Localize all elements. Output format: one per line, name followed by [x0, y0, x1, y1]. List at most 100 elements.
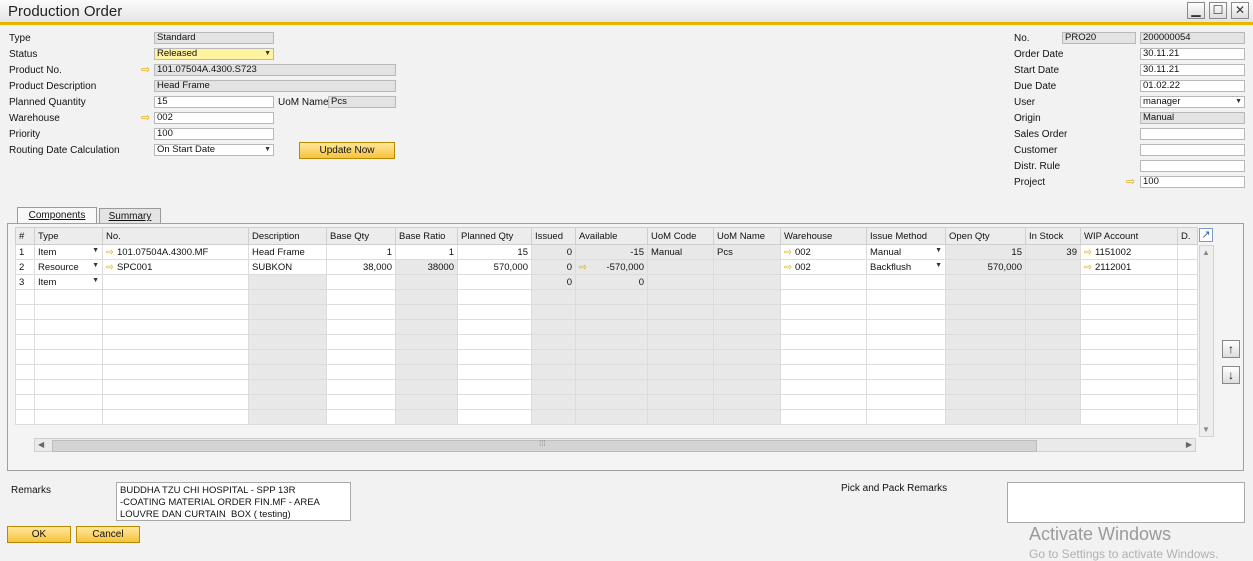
link-arrow-icon[interactable]: ⇨ [784, 247, 792, 258]
project-field[interactable]: 100 [1140, 176, 1245, 188]
close-button[interactable]: ✕ [1231, 2, 1249, 19]
column-header[interactable]: Base Ratio [395, 227, 458, 245]
no-cell[interactable]: ⇨ 101.07504A.4300.MF [102, 244, 249, 260]
chevron-down-icon[interactable]: ▼ [935, 247, 942, 254]
issue-method-cell[interactable] [866, 274, 946, 290]
column-header[interactable]: Warehouse [780, 227, 867, 245]
link-arrow-icon[interactable]: ⇨ [141, 65, 150, 76]
warehouse-field[interactable]: 002 [154, 112, 274, 124]
row-number[interactable]: 3 [15, 274, 35, 290]
column-header[interactable]: Issue Method [866, 227, 946, 245]
planned-qty-cell[interactable] [457, 274, 532, 290]
column-header[interactable]: D. [1177, 227, 1198, 245]
table-row[interactable] [15, 289, 1198, 305]
column-header[interactable]: Available [575, 227, 648, 245]
scrollbar-thumb[interactable]: ⁞⁞⁞ [52, 439, 1037, 452]
d-cell[interactable] [1177, 274, 1198, 290]
wip-account-cell[interactable]: ⇨ 2112001 [1080, 259, 1178, 275]
priority-field[interactable]: 100 [154, 128, 274, 140]
column-header[interactable]: Issued [531, 227, 576, 245]
tab-components[interactable]: Components [17, 207, 97, 224]
warehouse-cell[interactable]: ⇨ 002 [780, 244, 867, 260]
link-arrow-icon[interactable]: ⇨ [106, 247, 114, 258]
wip-account-cell[interactable] [1080, 274, 1178, 290]
no-cell[interactable]: ⇨ SPC001 [102, 259, 249, 275]
update-now-button[interactable]: Update Now [299, 142, 395, 159]
planned-qty-cell[interactable]: 15 [457, 244, 532, 260]
base-qty-cell[interactable]: 1 [326, 244, 396, 260]
d-cell[interactable] [1177, 244, 1198, 260]
column-header[interactable]: WIP Account [1080, 227, 1178, 245]
column-header[interactable]: UoM Code [647, 227, 714, 245]
link-arrow-icon[interactable]: ⇨ [1126, 177, 1135, 188]
routing-date-calculation-dropdown[interactable]: On Start Date [154, 144, 274, 156]
table-row[interactable]: 3 Item ▼ 0 0 [15, 274, 1198, 290]
column-header[interactable]: UoM Name [713, 227, 781, 245]
table-row[interactable]: 2 Resource ▼ ⇨ SPC001 SUBKON 38,000 38000 … [15, 259, 1198, 275]
base-qty-cell[interactable] [326, 274, 396, 290]
table-row[interactable] [15, 319, 1198, 335]
link-arrow-icon[interactable]: ⇨ [784, 262, 792, 273]
column-header[interactable]: In Stock [1025, 227, 1081, 245]
type-cell[interactable]: Resource ▼ [34, 259, 103, 275]
order-date-field[interactable]: 30.11.21 [1140, 48, 1245, 60]
chevron-down-icon[interactable]: ▼ [92, 262, 99, 269]
remarks-textarea[interactable]: BUDDHA TZU CHI HOSPITAL - SPP 13R -COATI… [116, 482, 351, 521]
base-ratio-cell[interactable]: 1 [395, 244, 458, 260]
table-row[interactable] [15, 349, 1198, 365]
tab-summary[interactable]: Summary [99, 208, 161, 224]
planned-qty-cell[interactable]: 570,000 [457, 259, 532, 275]
row-number[interactable]: 1 [15, 244, 35, 260]
ok-button[interactable]: OK [7, 526, 71, 543]
table-row[interactable] [15, 379, 1198, 395]
customer-field[interactable] [1140, 144, 1245, 156]
column-header[interactable]: No. [102, 227, 249, 245]
series-field[interactable]: PRO20 [1062, 32, 1136, 44]
type-cell[interactable]: Item ▼ [34, 274, 103, 290]
user-dropdown[interactable]: manager [1140, 96, 1245, 108]
start-date-field[interactable]: 30.11.21 [1140, 64, 1245, 76]
link-arrow-icon[interactable]: ⇨ [1084, 262, 1092, 273]
horizontal-scrollbar[interactable]: ◀ ⁞⁞⁞ ▶ [34, 438, 1196, 452]
chevron-down-icon[interactable]: ▼ [935, 262, 942, 269]
move-row-up-button[interactable]: ↑ [1222, 340, 1240, 358]
column-header[interactable]: Open Qty [945, 227, 1026, 245]
link-arrow-icon[interactable]: ⇨ [1084, 247, 1092, 258]
column-header[interactable]: # [15, 227, 35, 245]
table-row[interactable] [15, 334, 1198, 350]
base-qty-cell[interactable]: 38,000 [326, 259, 396, 275]
column-header[interactable]: Base Qty [326, 227, 396, 245]
link-arrow-icon[interactable]: ⇨ [106, 262, 114, 273]
d-cell[interactable] [1177, 259, 1198, 275]
minimize-button[interactable]: ▁ [1187, 2, 1205, 19]
product-no-field[interactable]: 101.07504A.4300.S723 [154, 64, 396, 76]
sales-order-field[interactable] [1140, 128, 1245, 140]
description-cell[interactable]: Head Frame [248, 244, 327, 260]
column-header[interactable]: Type [34, 227, 103, 245]
table-row[interactable] [15, 364, 1198, 380]
scroll-down-icon[interactable]: ▼ [1202, 425, 1210, 434]
link-arrow-icon[interactable]: ⇨ [579, 262, 587, 273]
table-row[interactable] [15, 304, 1198, 320]
column-header[interactable]: Planned Qty [457, 227, 532, 245]
maximize-button[interactable]: ☐ [1209, 2, 1227, 19]
issue-method-cell[interactable]: Backflush ▼ [866, 259, 946, 275]
column-header[interactable]: Description [248, 227, 327, 245]
vertical-scrollbar[interactable]: ▲ ▼ [1199, 245, 1214, 437]
status-dropdown[interactable]: Released [154, 48, 274, 60]
distr-rule-field[interactable] [1140, 160, 1245, 172]
no-cell[interactable] [102, 274, 249, 290]
due-date-field[interactable]: 01.02.22 [1140, 80, 1245, 92]
table-row[interactable]: 1 Item ▼ ⇨ 101.07504A.4300.MF Head Frame 1… [15, 244, 1198, 260]
warehouse-cell[interactable] [780, 274, 867, 290]
link-arrow-icon[interactable]: ⇨ [141, 113, 150, 124]
cancel-button[interactable]: Cancel [76, 526, 140, 543]
table-row[interactable] [15, 409, 1198, 425]
expand-icon[interactable]: ↗ [1199, 228, 1213, 242]
scroll-left-icon[interactable]: ◀ [38, 440, 44, 449]
scroll-right-icon[interactable]: ▶ [1186, 440, 1192, 449]
pick-pack-remarks-textarea[interactable] [1007, 482, 1245, 523]
table-row[interactable] [15, 394, 1198, 410]
chevron-down-icon[interactable]: ▼ [92, 247, 99, 254]
wip-account-cell[interactable]: ⇨ 1151002 [1080, 244, 1178, 260]
